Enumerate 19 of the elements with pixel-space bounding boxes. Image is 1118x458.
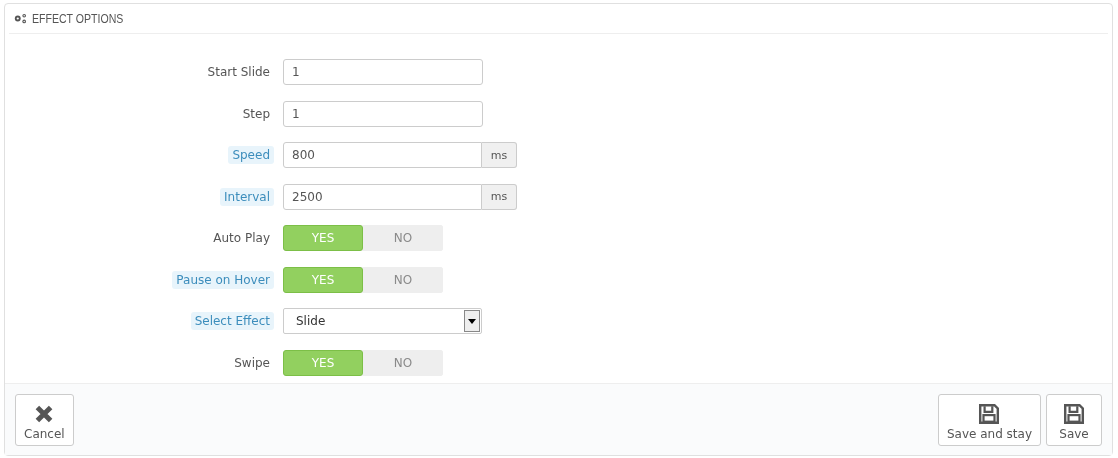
field-label: Interval — [220, 187, 274, 206]
field-label: Select Effect — [190, 312, 274, 331]
field-label: Start Slide — [206, 64, 271, 82]
unit-addon: ms — [482, 183, 517, 210]
save-button[interactable]: Save and stay — [937, 394, 1041, 447]
field-label: Speed — [228, 146, 274, 165]
field-label: Swipe — [233, 354, 271, 372]
field-label: Pause on Hover — [172, 270, 274, 289]
field-label: Auto Play — [212, 230, 271, 248]
save-button[interactable]: Save — [1046, 394, 1102, 447]
input-field[interactable]: 1 — [283, 100, 483, 127]
cancel-button[interactable]: Cancel — [15, 394, 74, 447]
input-field[interactable]: 800 — [283, 142, 482, 169]
select-dropdown[interactable]: Slide — [283, 308, 482, 335]
field-label: Step — [241, 105, 271, 123]
input-field[interactable]: 1 — [283, 59, 483, 86]
panel-title: EFFECT OPTIONS — [32, 11, 124, 26]
input-field[interactable]: 2500 — [283, 183, 482, 210]
unit-addon: ms — [482, 142, 517, 169]
